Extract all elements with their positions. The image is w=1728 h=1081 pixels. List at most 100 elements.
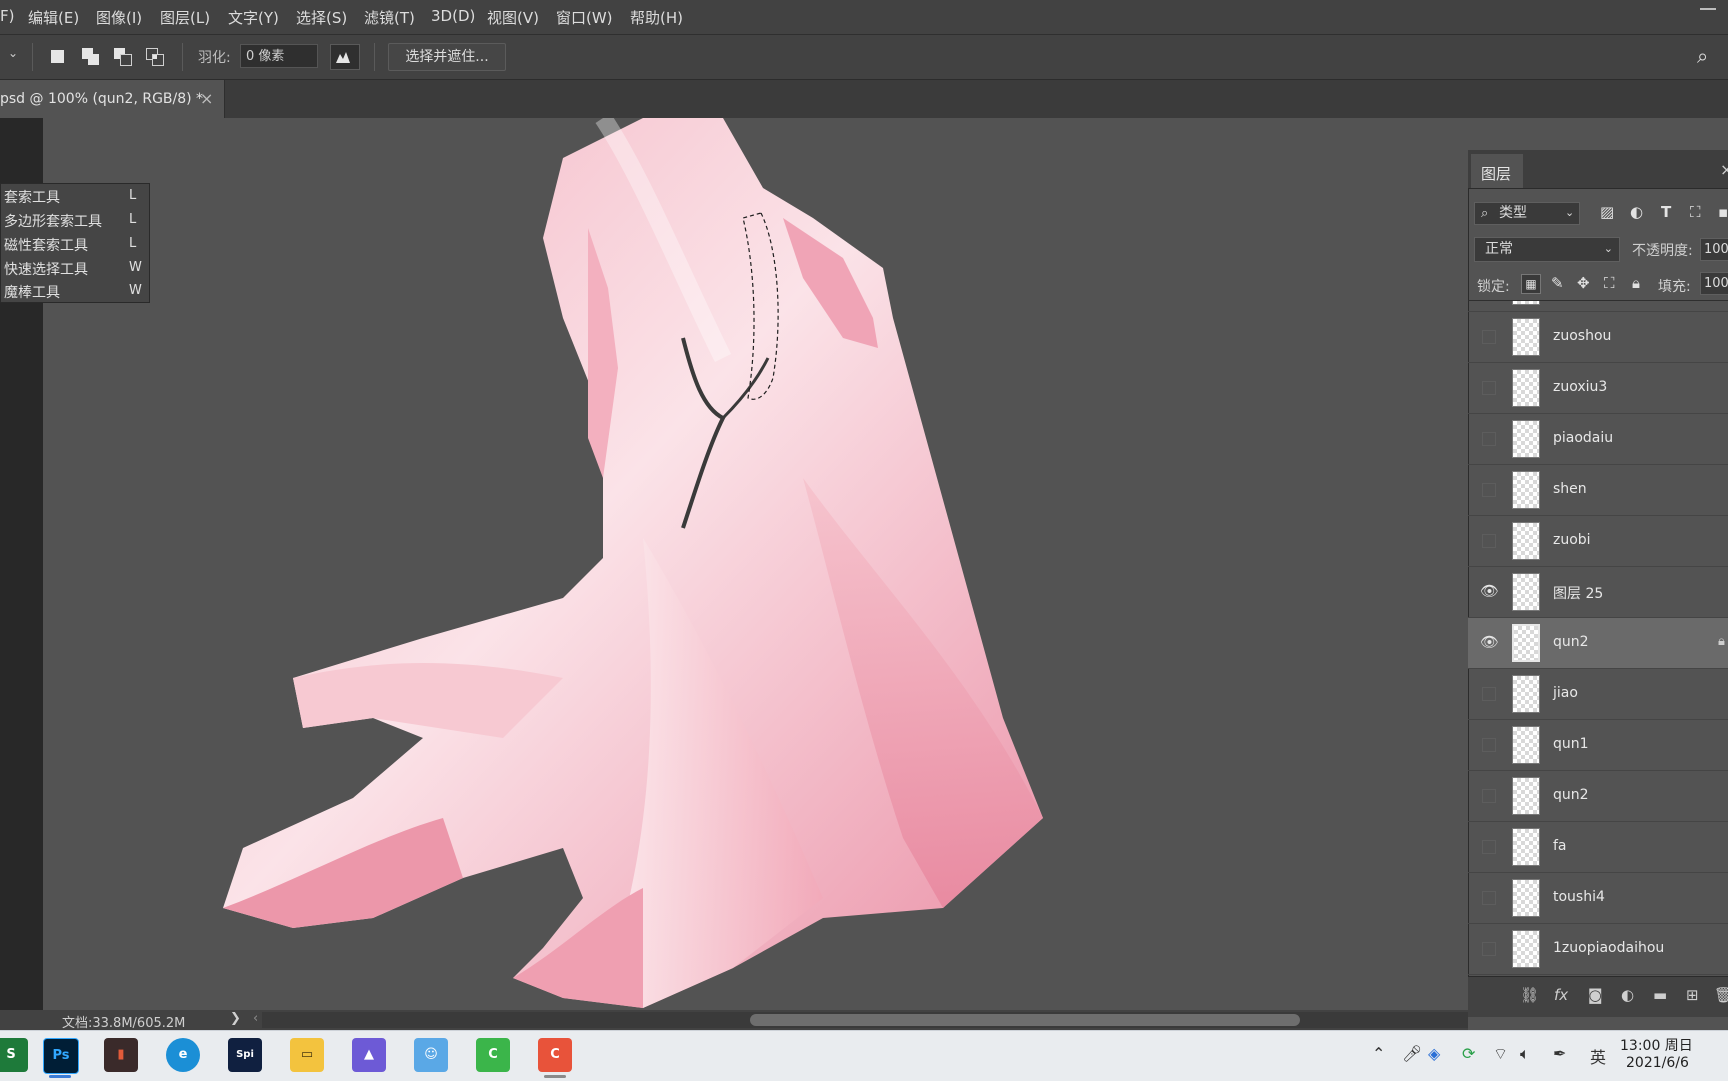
status-menu-arrow-icon[interactable]: ❯: [230, 1011, 241, 1026]
kind-filter-select[interactable]: ⌕ 类型 ⌄: [1474, 202, 1580, 225]
close-icon[interactable]: ×: [1720, 160, 1728, 179]
lock-image-pixels-icon[interactable]: ✎: [1551, 274, 1564, 292]
visibility-toggle[interactable]: [1482, 942, 1496, 956]
chevron-down-icon[interactable]: ⌄: [8, 46, 18, 60]
opacity-input[interactable]: 100%: [1700, 238, 1728, 261]
layer-row[interactable]: fa: [1468, 822, 1728, 873]
anti-alias-button[interactable]: [330, 44, 360, 70]
blend-mode-select[interactable]: 正常 ⌄: [1474, 237, 1620, 262]
flyout-item-magnetic-lasso[interactable]: 磁性套索工具: [4, 235, 88, 255]
lock-transparent-pixels-icon[interactable]: ▦: [1521, 274, 1541, 294]
feather-input[interactable]: 0 像素: [240, 44, 318, 68]
visibility-toggle[interactable]: [1482, 432, 1496, 446]
canvas[interactable]: [43, 113, 1486, 1010]
intersect-selection-icon[interactable]: [143, 45, 167, 69]
adjustment-layer-icon[interactable]: ◐: [1621, 986, 1634, 1004]
new-selection-icon[interactable]: [46, 45, 70, 69]
tray-sync-icon[interactable]: ⟳: [1462, 1044, 1475, 1063]
layer-row[interactable]: jiao: [1468, 669, 1728, 720]
menu-view[interactable]: 视图(V): [487, 7, 539, 28]
flyout-item-magic-wand[interactable]: 魔棒工具: [4, 282, 60, 302]
new-layer-icon[interactable]: ⊞: [1686, 986, 1699, 1004]
chevron-up-icon[interactable]: ⌃: [1372, 1044, 1385, 1063]
layer-row[interactable]: 1zuopiaodaihou: [1468, 924, 1728, 975]
menu-type[interactable]: 文字(Y): [228, 7, 279, 28]
layer-row[interactable]: qun1: [1468, 720, 1728, 771]
fx-icon[interactable]: fx: [1554, 986, 1568, 1004]
menu-layer[interactable]: 图层(L): [160, 7, 210, 28]
folder-icon[interactable]: ▬: [1653, 986, 1667, 1004]
type-filter-icon[interactable]: T: [1661, 203, 1671, 221]
lock-all-icon[interactable]: 🔒︎: [1632, 274, 1640, 292]
subtract-from-selection-icon[interactable]: [111, 45, 135, 69]
smart-object-filter-icon[interactable]: ▪: [1718, 203, 1728, 221]
menu-3d[interactable]: 3D(D): [431, 7, 475, 25]
menu-filter[interactable]: 滤镜(T): [364, 7, 415, 28]
layer-row[interactable]: zuobi: [1468, 516, 1728, 567]
scroll-left-icon[interactable]: ‹: [253, 1011, 258, 1026]
visibility-toggle[interactable]: [1482, 891, 1496, 905]
adjustment-filter-icon[interactable]: ◐: [1630, 203, 1643, 221]
link-layers-icon[interactable]: ⛓: [1520, 986, 1539, 1004]
visibility-toggle[interactable]: [1482, 330, 1496, 344]
layer-row-partial[interactable]: [1468, 301, 1728, 312]
app-icon-green[interactable]: S: [0, 1038, 28, 1072]
visibility-toggle[interactable]: [1482, 738, 1496, 752]
clock-time[interactable]: 13:00 周日: [1620, 1035, 1693, 1055]
spine-icon[interactable]: Spi: [228, 1038, 262, 1072]
menu-help[interactable]: 帮助(H): [630, 7, 683, 28]
clock-date[interactable]: 2021/6/6: [1626, 1055, 1689, 1071]
layer-row[interactable]: shen: [1468, 465, 1728, 516]
eye-icon[interactable]: 👁︎: [1480, 633, 1499, 651]
visibility-toggle[interactable]: [1482, 840, 1496, 854]
app-icon-red-bars[interactable]: ▮: [104, 1038, 138, 1072]
layer-row[interactable]: piaodaiu: [1468, 414, 1728, 465]
horizontal-scrollbar-thumb[interactable]: [750, 1014, 1300, 1026]
camtasia-red-icon[interactable]: C: [538, 1038, 572, 1072]
visibility-toggle[interactable]: [1482, 687, 1496, 701]
flyout-item-quick-selection[interactable]: 快速选择工具: [4, 259, 88, 279]
input-method-indicator[interactable]: 英: [1590, 1044, 1606, 1068]
menu-file[interactable]: F): [0, 7, 14, 25]
visibility-toggle[interactable]: [1482, 381, 1496, 395]
app-icon-live2d[interactable]: ☺: [414, 1038, 448, 1072]
speaker-icon[interactable]: 🔈︎: [1520, 1044, 1530, 1064]
microphone-icon[interactable]: 🎤︎: [1402, 1044, 1422, 1063]
menu-image[interactable]: 图像(I): [96, 7, 142, 28]
pen-icon[interactable]: ✒: [1553, 1044, 1566, 1063]
file-explorer-icon[interactable]: ▭: [290, 1038, 324, 1072]
layer-row[interactable]: zuoxiu3: [1468, 363, 1728, 414]
artboard-lock-icon[interactable]: ⛶: [1604, 274, 1615, 292]
layer-mask-icon[interactable]: ◙: [1588, 986, 1603, 1004]
camtasia-green-icon[interactable]: C: [476, 1038, 510, 1072]
layer-row[interactable]: toushi4: [1468, 873, 1728, 924]
select-and-mask-button[interactable]: 选择并遮住...: [388, 43, 506, 71]
lock-position-icon[interactable]: ✥: [1577, 274, 1590, 292]
layer-row[interactable]: 👁︎ 图层 25: [1468, 567, 1728, 618]
shape-filter-icon[interactable]: ⛶: [1690, 203, 1701, 221]
photoshop-icon[interactable]: Ps: [43, 1038, 79, 1074]
menu-edit[interactable]: 编辑(E): [28, 7, 79, 28]
close-icon[interactable]: ×: [200, 89, 213, 108]
fill-input[interactable]: 100%: [1700, 272, 1728, 295]
menu-window[interactable]: 窗口(W): [556, 7, 613, 28]
trash-icon[interactable]: 🗑︎: [1714, 986, 1728, 1004]
wifi-icon[interactable]: ⌔: [1493, 1044, 1508, 1064]
visibility-toggle[interactable]: [1482, 534, 1496, 548]
tray-app-icon[interactable]: ◈: [1428, 1044, 1440, 1063]
search-icon[interactable]: ⌕: [1697, 44, 1708, 68]
minimize-button[interactable]: [1700, 8, 1716, 10]
pixel-filter-icon[interactable]: ▨: [1600, 203, 1614, 221]
app-icon-mountain[interactable]: ▲: [352, 1038, 386, 1072]
visibility-toggle[interactable]: [1482, 789, 1496, 803]
menu-select[interactable]: 选择(S): [296, 7, 347, 28]
eye-icon[interactable]: 👁︎: [1480, 582, 1499, 600]
layer-row[interactable]: 👁︎ qun2 🔒︎: [1468, 618, 1728, 669]
layer-list[interactable]: zuoshou zuoxiu3 piaodaiu shen zuobi 👁︎ 图层 25 👁︎…: [1468, 300, 1728, 977]
layer-row[interactable]: qun2: [1468, 771, 1728, 822]
flyout-item-lasso[interactable]: 套索工具: [4, 187, 60, 207]
add-to-selection-icon[interactable]: [79, 45, 103, 69]
document-tab[interactable]: psd @ 100% (qun2, RGB/8) * ×: [0, 80, 225, 118]
flyout-item-polygonal-lasso[interactable]: 多边形套索工具: [4, 211, 102, 231]
layer-row[interactable]: zuoshou: [1468, 312, 1728, 363]
